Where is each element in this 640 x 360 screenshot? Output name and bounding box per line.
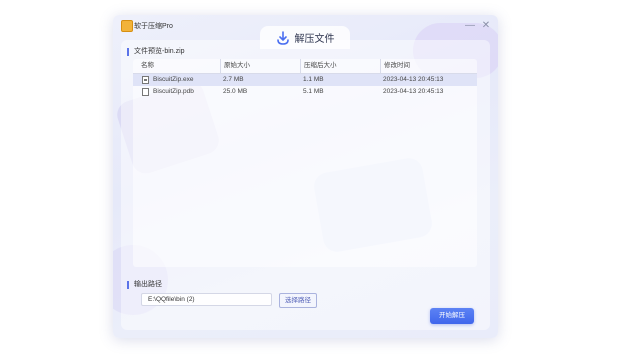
original-size: 2.7 MB xyxy=(223,76,244,83)
tab-extract[interactable]: 解压文件 xyxy=(260,26,350,49)
column-header-name[interactable]: 名称 xyxy=(141,59,154,73)
column-header-compressed-size[interactable]: 压缩后大小 xyxy=(300,59,337,73)
table-row[interactable]: BiscuitZip.pdb 25.0 MB 5.1 MB 2023-04-13… xyxy=(133,86,477,98)
table-row[interactable]: BiscuitZip.exe 2.7 MB 1.1 MB 2023-04-13 … xyxy=(133,74,477,86)
output-section-label: 输出路径 xyxy=(127,281,162,289)
exe-file-icon xyxy=(142,76,149,84)
choose-path-button[interactable]: 选择路径 xyxy=(279,293,317,308)
preview-section-label: 文件预览-bin.zip xyxy=(127,48,185,56)
minimize-icon[interactable]: — xyxy=(463,19,477,33)
compressed-size: 1.1 MB xyxy=(303,76,324,83)
file-name: BiscuitZip.exe xyxy=(153,76,194,83)
app-window: 软于压缩Pro — ✕ 解压文件 文件预览-bin.zip 名称 原始大小 压缩… xyxy=(113,15,498,338)
file-icon xyxy=(142,88,149,96)
compressed-size: 5.1 MB xyxy=(303,88,324,95)
column-header-modified-time[interactable]: 修改时间 xyxy=(380,59,410,73)
column-header-original-size[interactable]: 原始大小 xyxy=(220,59,250,73)
modified-time: 2023-04-13 20:45:13 xyxy=(383,88,444,95)
original-size: 25.0 MB xyxy=(223,88,248,95)
modified-time: 2023-04-13 20:45:13 xyxy=(383,76,444,83)
file-table: 名称 原始大小 压缩后大小 修改时间 BiscuitZip.exe 2.7 MB… xyxy=(133,59,477,267)
start-extract-button[interactable]: 开始解压 xyxy=(430,308,474,324)
app-logo-icon xyxy=(121,20,133,32)
close-icon[interactable]: ✕ xyxy=(479,19,493,33)
app-title: 软于压缩Pro xyxy=(134,23,173,30)
file-name: BiscuitZip.pdb xyxy=(153,88,194,95)
download-arrow-icon xyxy=(276,30,289,45)
table-header: 名称 原始大小 压缩后大小 修改时间 xyxy=(133,59,477,74)
output-path-input[interactable] xyxy=(141,293,272,306)
tab-label: 解压文件 xyxy=(294,34,335,45)
